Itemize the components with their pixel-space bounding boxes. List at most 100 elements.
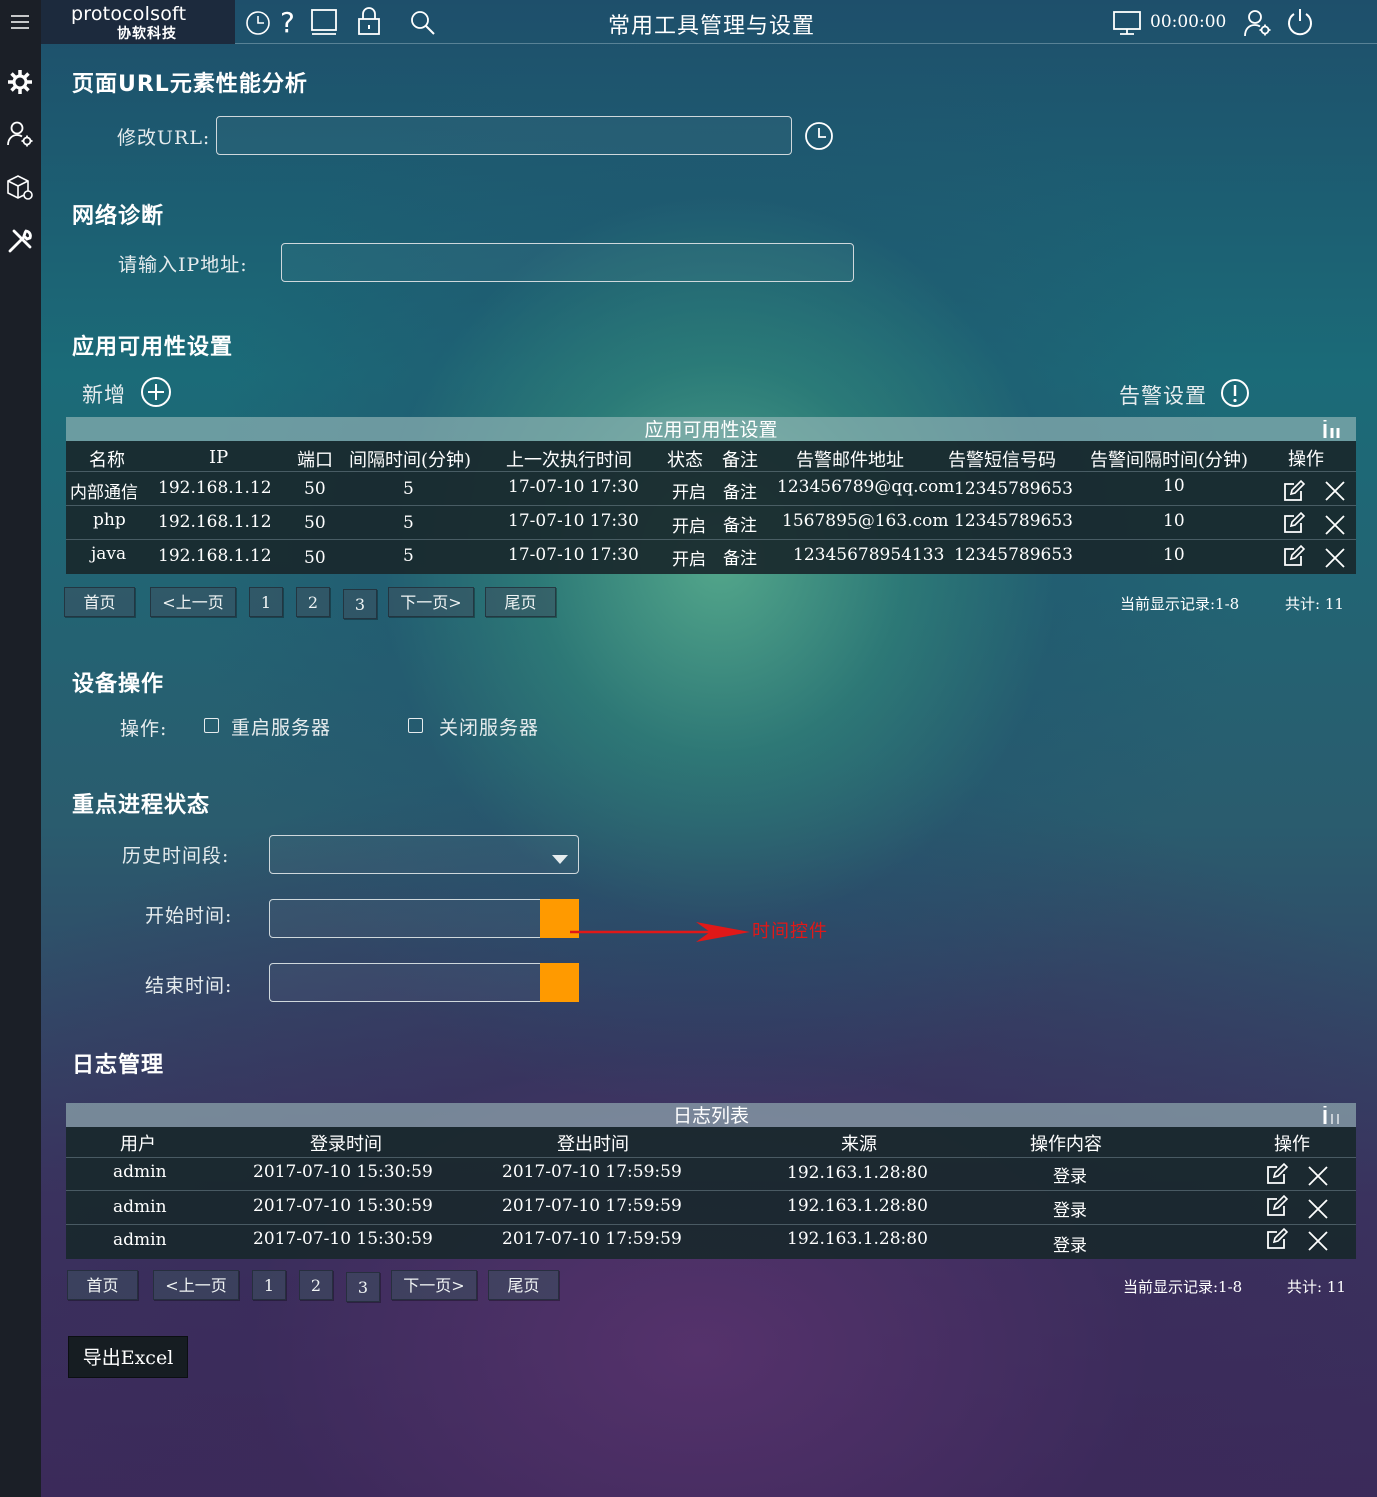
edit-icon[interactable] [1282,544,1306,572]
close-icon[interactable] [1324,480,1346,506]
column-header: IP [209,447,229,468]
pager-prev[interactable]: <上一页 [153,1270,239,1300]
edit-icon[interactable] [1265,1162,1289,1190]
pager-next[interactable]: 下一页> [388,587,474,617]
column-header: 操作内容 [1030,1134,1102,1155]
edit-icon[interactable] [1265,1227,1289,1255]
close-icon[interactable] [1324,547,1346,573]
cell-interval: 5 [403,546,414,566]
total-info: 共计: 11 [1285,595,1344,613]
close-icon[interactable] [1307,1198,1329,1224]
cell-interval: 5 [403,479,414,499]
end-time-input[interactable] [269,963,579,1002]
pager-page[interactable]: 2 [296,587,330,617]
cell-logout: 2017-07-10 17:59:59 [502,1162,682,1182]
edit-icon[interactable] [1282,479,1306,507]
cell-login: 2017-07-10 15:30:59 [253,1162,433,1182]
end-label: 结束时间: [145,975,233,997]
ip-label: 请输入IP地址: [118,254,248,276]
logo-text: protocolsoft [71,3,187,25]
row-divider [66,1157,1356,1158]
gear-icon[interactable] [4,66,36,98]
cell-port: 50 [304,513,326,533]
close-icon[interactable] [1307,1230,1329,1256]
cell-source: 192.163.1.28:80 [787,1163,928,1183]
cell-alert-interval: 10 [1163,476,1185,496]
cell-user: admin [113,1230,167,1250]
pager-page[interactable]: 3 [346,1272,380,1302]
cell-note: 备注 [723,549,757,569]
url-analysis-title: 页面URL元素性能分析 [72,72,308,97]
page-title: 常用工具管理与设置 [608,14,816,39]
cell-status: 开启 [672,550,706,570]
export-excel-button[interactable]: 导出Excel [68,1336,188,1378]
close-icon[interactable] [1307,1165,1329,1191]
column-header: 来源 [841,1134,877,1155]
shutdown-label[interactable]: 关闭服务器 [439,713,539,740]
pager-next[interactable]: 下一页> [391,1270,477,1300]
cell-name: php [93,510,126,530]
cell-last-run: 17-07-10 17:30 [508,477,639,497]
pager-page[interactable]: 3 [343,589,377,619]
availability-caption-text: 应用可用性设置 [644,419,778,441]
log-table-caption: 日志列表 [66,1103,1356,1127]
screen-icon[interactable] [310,8,338,40]
hamburger-icon[interactable] [4,6,36,38]
cell-last-run: 17-07-10 17:30 [508,511,639,531]
column-header: 告警邮件地址 [796,450,904,471]
cell-port: 50 [304,479,326,499]
tools-icon[interactable] [4,225,36,257]
availability-table: 名称 IP 端口 间隔时间(分钟) 上一次执行时间 状态 备注 告警邮件地址 告… [66,441,1356,574]
logo: protocolsoft 协软科技 [41,0,235,44]
close-icon[interactable] [1324,514,1346,540]
cell-action: 登录 [1053,1236,1087,1256]
add-label[interactable]: 新增 [82,379,126,409]
search-icon[interactable] [410,10,436,40]
cell-ip: 192.168.1.12 [158,478,272,498]
clock-icon[interactable] [803,120,835,156]
pager-first[interactable]: 首页 [67,1270,138,1300]
edit-icon[interactable] [1282,511,1306,539]
question-icon[interactable]: ? [280,6,295,39]
cell-sms: 12345789653 [954,479,1073,499]
column-header: 备注 [722,450,758,471]
monitor-icon[interactable] [1112,10,1142,40]
restart-checkbox[interactable] [204,718,219,733]
power-icon[interactable] [1285,7,1315,41]
user-gear-icon[interactable] [1243,8,1273,42]
cell-note: 备注 [723,483,757,503]
pager-last[interactable]: 尾页 [485,587,556,617]
plus-circle-icon[interactable] [139,375,173,413]
annotation-label: 时间控件 [752,921,828,942]
alert-circle-icon[interactable] [1219,377,1251,413]
clock-icon[interactable] [245,10,271,40]
column-header: 操作 [1274,1134,1310,1155]
shutdown-checkbox[interactable] [408,718,423,733]
cell-logout: 2017-07-10 17:59:59 [502,1196,682,1216]
cell-action: 登录 [1053,1167,1087,1187]
edit-icon[interactable] [1265,1194,1289,1222]
cubes-icon[interactable] [4,172,36,204]
pager-last[interactable]: 尾页 [488,1270,559,1300]
lock-icon[interactable] [356,6,382,40]
url-input[interactable] [216,116,792,155]
cell-source: 192.163.1.28:80 [787,1229,928,1249]
pager-page[interactable]: 1 [249,587,283,617]
column-header: 端口 [297,450,333,471]
user-config-icon[interactable] [4,118,36,150]
alert-settings-label[interactable]: 告警设置 [1119,380,1207,410]
start-label: 开始时间: [145,905,233,927]
pager-page[interactable]: 1 [252,1270,286,1300]
cell-interval: 5 [403,513,414,533]
restart-label[interactable]: 重启服务器 [231,713,331,740]
logs-title: 日志管理 [72,1053,165,1078]
history-select[interactable] [269,835,579,874]
start-time-input[interactable] [269,899,579,938]
ip-input[interactable] [281,243,854,282]
calendar-button[interactable] [540,963,579,1002]
pager-first[interactable]: 首页 [64,587,135,617]
session-timer: 00:00:00 [1150,12,1227,32]
pager-prev[interactable]: <上一页 [150,587,236,617]
pager-page[interactable]: 2 [299,1270,333,1300]
cell-ip: 192.168.1.12 [158,512,272,532]
